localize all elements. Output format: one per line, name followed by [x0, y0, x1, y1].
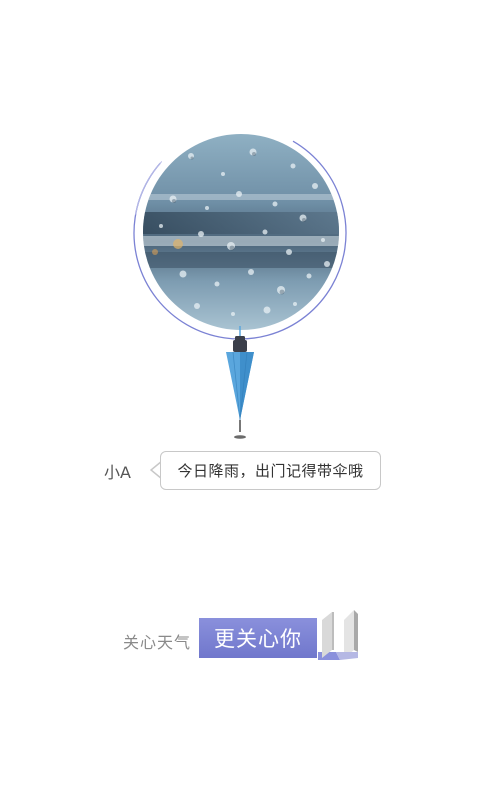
message-bubble: 今日降雨，出门记得带伞哦 [160, 451, 381, 490]
splash-screen: 小A 今日降雨，出门记得带伞哦 关心天气 更关心你 [0, 0, 480, 800]
slogan-highlight: 更关心你 [199, 618, 317, 658]
speaker-name: 小A [104, 463, 131, 482]
slogan-highlight-text: 更关心你 [214, 627, 302, 651]
book-icon [318, 610, 358, 660]
rainy-window-photo [143, 134, 339, 330]
message-text: 今日降雨，出门记得带伞哦 [177, 462, 364, 480]
slogan-left-text: 关心天气 [123, 633, 192, 652]
umbrella-icon [226, 326, 254, 439]
